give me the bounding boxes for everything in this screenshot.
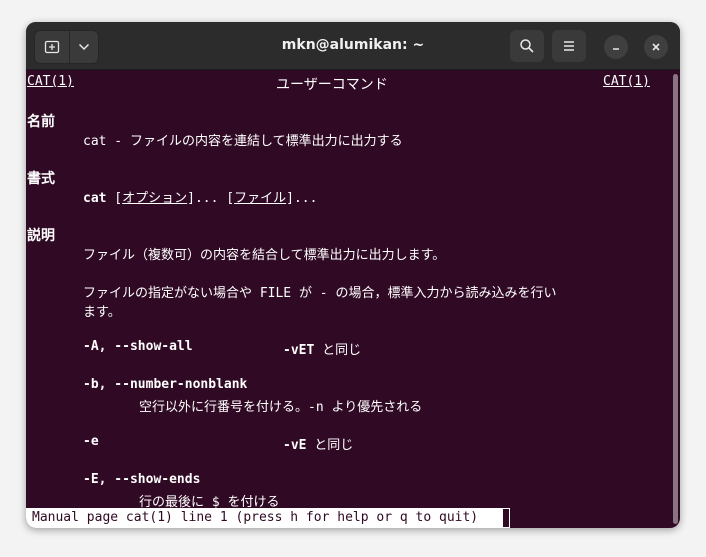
synopsis-bracket: ]... xyxy=(286,191,318,206)
section-name-heading: 名前 xyxy=(27,114,55,130)
close-icon xyxy=(652,43,660,51)
description-p2-line1: ファイルの指定がない場合や FILE が - の場合，標準入力から読み込みを行い xyxy=(83,286,557,301)
option-b-flag: -b, --number-nonblank xyxy=(83,377,248,392)
scrollbar[interactable] xyxy=(673,74,678,524)
synopsis-option: オプション xyxy=(122,191,188,206)
terminal-window: mkn@alumikan: ~ CAT(1) ユーザーコマンド CAT(1) 名… xyxy=(26,22,680,528)
synopsis-line: cat [オプション]... [ファイル]... xyxy=(83,187,317,206)
menu-button[interactable] xyxy=(552,30,586,62)
search-button[interactable] xyxy=(510,30,544,62)
search-icon xyxy=(520,39,534,53)
description-p1: ファイル（複数可）の内容を結合して標準出力に出力します。 xyxy=(83,248,446,263)
synopsis-file: ファイル xyxy=(234,191,287,206)
minimize-icon xyxy=(613,48,619,50)
section-synopsis-heading: 書式 xyxy=(27,171,55,187)
header-center: ユーザーコマンド xyxy=(276,77,388,93)
description-p2-line2: ます。 xyxy=(83,305,121,320)
title-bar: mkn@alumikan: ~ xyxy=(26,22,680,70)
synopsis-bracket: ]... [ xyxy=(187,191,235,206)
option-e-equivalent: -vE と同じ xyxy=(283,434,353,453)
option-e-flag: -e xyxy=(83,434,99,449)
header-right: CAT(1) xyxy=(603,74,650,89)
terminal-content[interactable]: CAT(1) ユーザーコマンド CAT(1) 名前 cat - ファイルの内容を… xyxy=(26,70,670,528)
option-e-same: と同じ xyxy=(306,438,354,453)
option-A-same: と同じ xyxy=(314,343,362,358)
option-E-flag: -E, --show-ends xyxy=(83,472,201,487)
option-e-eq: -vE xyxy=(283,438,307,453)
synopsis-bracket: [ xyxy=(106,191,123,206)
synopsis-command: cat xyxy=(83,191,107,206)
option-b-description: 空行以外に行番号を付ける。-n より優先される xyxy=(139,400,423,415)
header-left: CAT(1) xyxy=(27,74,74,89)
terminal-cursor xyxy=(502,508,510,528)
hamburger-icon xyxy=(564,41,574,51)
option-A-equivalent: -vET と同じ xyxy=(283,339,361,358)
option-A-flag: -A, --show-all xyxy=(83,339,193,354)
status-line: Manual page cat(1) line 1 (press h for h… xyxy=(26,508,502,528)
name-line: cat - ファイルの内容を連結して標準出力に出力する xyxy=(83,134,403,149)
minimize-button[interactable] xyxy=(604,35,628,59)
close-button[interactable] xyxy=(644,35,668,59)
option-A-eq: -vET xyxy=(283,343,315,358)
section-description-heading: 説明 xyxy=(27,228,55,244)
